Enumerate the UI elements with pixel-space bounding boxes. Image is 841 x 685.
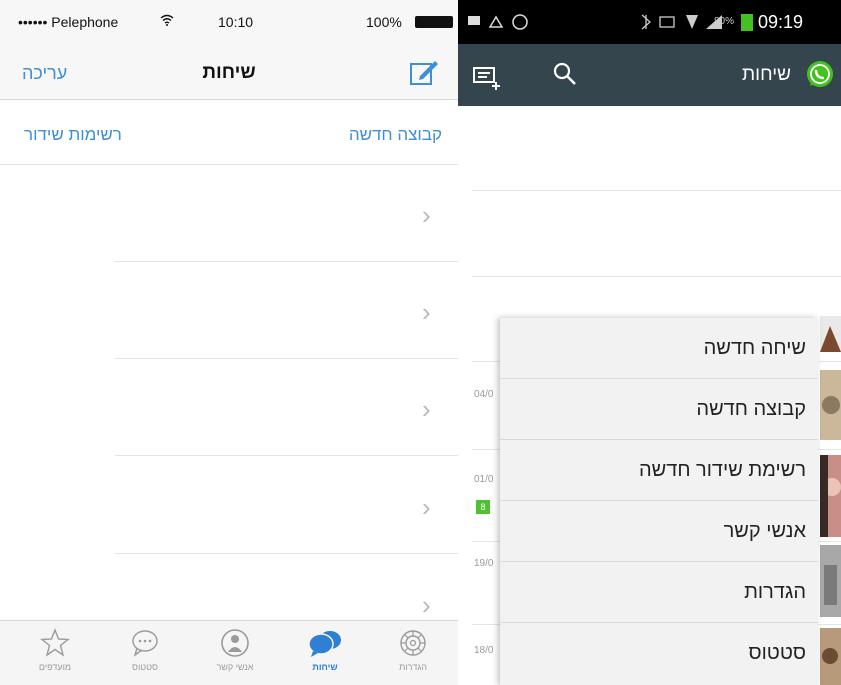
search-icon[interactable] <box>552 61 578 87</box>
android-action-bar: שיחות <box>458 44 841 106</box>
page-title: שיחות <box>202 62 256 83</box>
chat-date: 19/0 <box>474 558 494 569</box>
android-status-bar: 80% 09:19 <box>458 0 841 44</box>
star-icon <box>40 628 70 657</box>
battery-icon <box>741 14 753 31</box>
tab-label: הגדרות <box>399 662 427 672</box>
battery-percent: 100% <box>366 14 402 30</box>
battery-icon <box>415 16 453 28</box>
list-divider <box>472 190 841 191</box>
ios-tab-bar: מועדפים סטטוס אנשי קשר שיחות הגדרות <box>0 620 458 685</box>
system-icons <box>641 14 722 30</box>
compose-icon[interactable] <box>408 56 440 88</box>
avatar <box>820 316 841 352</box>
chevron-right-icon: › <box>422 200 431 230</box>
tab-label: מועדפים <box>38 662 72 672</box>
menu-item-status[interactable]: סטטוס <box>500 623 818 684</box>
ios-status-bar: •••••• Pelephone 10:10 100% <box>0 0 458 40</box>
tab-contacts[interactable]: אנשי קשר <box>190 621 280 685</box>
speech-bubble-icon <box>132 630 158 657</box>
row-divider <box>115 553 458 554</box>
menu-item-label: סטטוס <box>748 642 806 664</box>
status-time: 10:10 <box>218 14 254 30</box>
tab-favorites[interactable]: מועדפים <box>10 621 100 685</box>
menu-item-label: אנשי קשר <box>723 520 806 542</box>
ios-screen: •••••• Pelephone 10:10 100% עריכה שיחות … <box>0 0 458 685</box>
whatsapp-logo-icon <box>807 61 833 87</box>
tab-label: סטטוס <box>132 662 158 672</box>
menu-item-new-broadcast[interactable]: רשימת שידור חדשה <box>500 440 818 501</box>
menu-item-label: הגדרות <box>744 581 806 603</box>
menu-item-contacts[interactable]: אנשי קשר <box>500 501 818 562</box>
status-time: 09:19 <box>758 12 804 32</box>
tab-chats[interactable]: שיחות <box>280 621 370 685</box>
carrier-label: •••••• Pelephone <box>18 14 119 30</box>
row-divider <box>115 358 458 359</box>
ios-nav-bar: עריכה שיחות <box>0 40 458 100</box>
chat-date: 01/0 <box>474 474 494 485</box>
unread-badge: 8 <box>476 500 490 514</box>
overflow-menu: שיחה חדשה קבוצה חדשה רשימת שידור חדשה אנ… <box>500 318 818 685</box>
avatar <box>820 370 841 440</box>
wifi-icon <box>160 14 174 26</box>
row-divider <box>115 261 458 262</box>
gear-icon <box>400 630 426 656</box>
chats-icon <box>308 631 341 657</box>
new-group-link[interactable]: קבוצה חדשה <box>349 125 442 145</box>
chevron-right-icon: › <box>422 492 431 522</box>
battery-percent: 80% <box>714 16 735 27</box>
chevron-right-icon: › <box>422 297 431 327</box>
list-divider <box>472 276 841 277</box>
menu-item-new-group[interactable]: קבוצה חדשה <box>500 379 818 440</box>
contact-icon <box>221 629 249 657</box>
avatar <box>820 628 841 685</box>
chat-date: 18/0 <box>474 645 494 656</box>
tab-label: אנשי קשר <box>216 662 254 672</box>
menu-item-label: רשימת שידור חדשה <box>638 459 806 481</box>
menu-item-label: שיחה חדשה <box>703 337 806 359</box>
chat-row[interactable]: › <box>0 263 458 359</box>
chat-row[interactable]: › <box>0 458 458 554</box>
page-title: שיחות <box>742 64 791 85</box>
chat-date: 04/0 <box>474 389 494 400</box>
chevron-right-icon: › <box>422 590 431 620</box>
avatar <box>820 545 841 617</box>
tab-status[interactable]: סטטוס <box>100 621 190 685</box>
chevron-right-icon: › <box>422 394 431 424</box>
chat-row[interactable]: › <box>0 166 458 262</box>
notification-icons <box>468 14 528 30</box>
menu-item-label: קבוצה חדשה <box>696 398 806 420</box>
menu-item-settings[interactable]: הגדרות <box>500 562 818 623</box>
avatar <box>820 455 841 537</box>
tab-settings[interactable]: הגדרות <box>368 621 458 685</box>
ios-links-row: רשימות שידור קבוצה חדשה <box>0 101 458 165</box>
menu-item-new-chat[interactable]: שיחה חדשה <box>500 318 818 379</box>
tab-label: שיחות <box>312 662 338 672</box>
new-chat-icon[interactable] <box>472 64 502 92</box>
broadcast-lists-link[interactable]: רשימות שידור <box>24 125 122 145</box>
row-divider <box>115 455 458 456</box>
chat-row[interactable]: › <box>0 360 458 456</box>
